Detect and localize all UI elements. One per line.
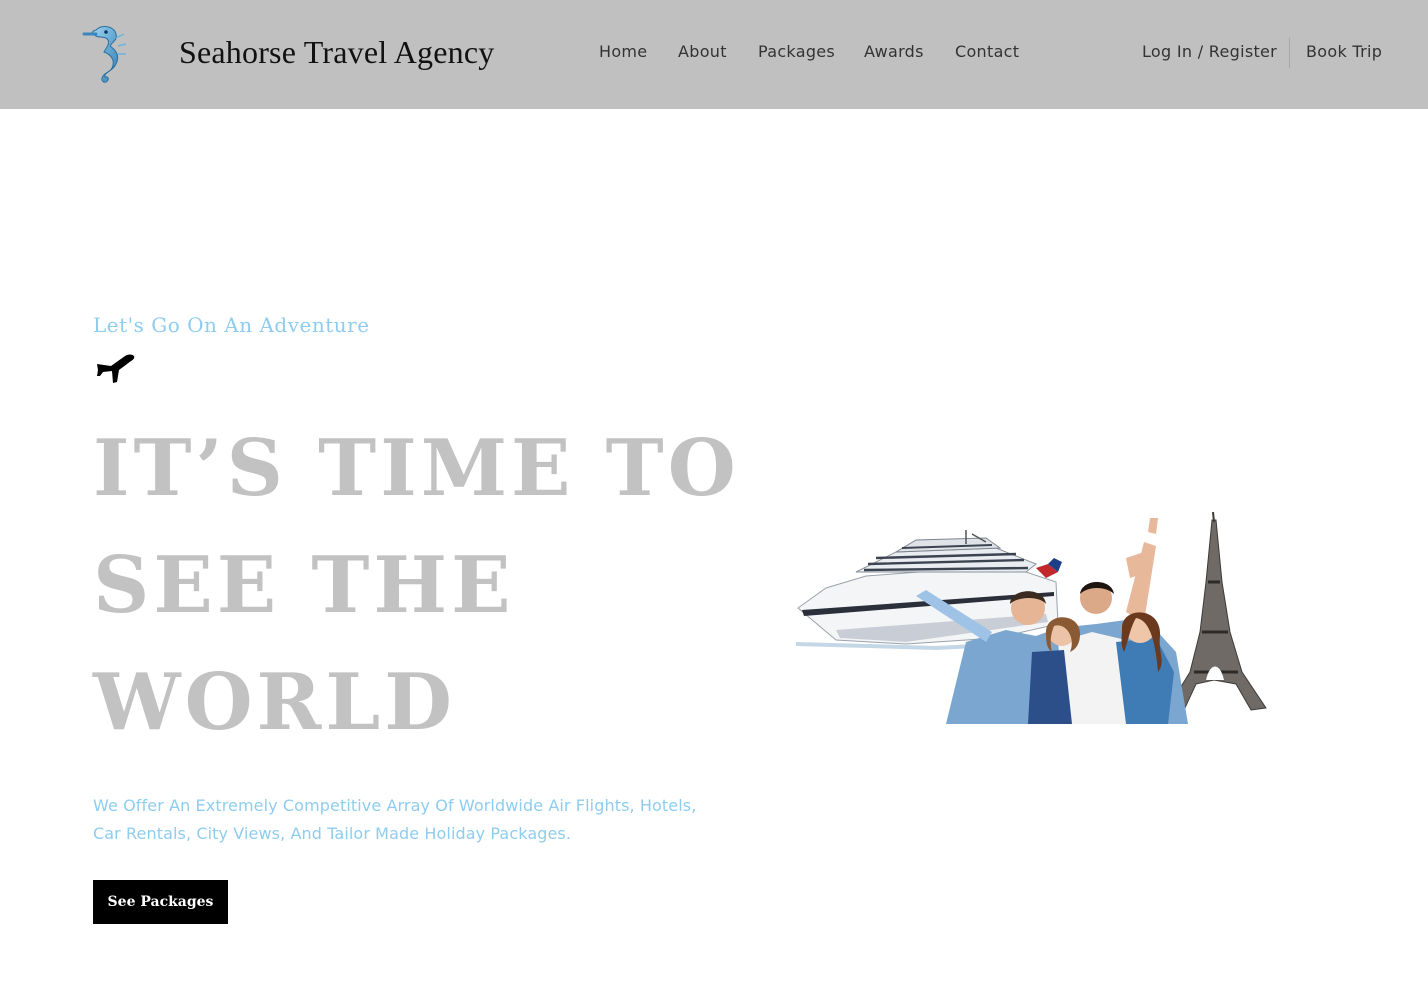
login-register-link[interactable]: Log In / Register — [1142, 42, 1277, 61]
hero-description: We Offer An Extremely Competitive Array … — [93, 796, 697, 843]
airplane-icon — [97, 354, 135, 383]
hero-headline: IT’S TIME TO SEE THE WORLD — [93, 410, 740, 761]
site-header: Seahorse Travel Agency Home About Packag… — [0, 0, 1428, 109]
nav-about[interactable]: About — [678, 42, 727, 61]
hero-collage-image — [796, 512, 1267, 724]
headline-line: SEE THE — [93, 540, 515, 631]
nav-awards[interactable]: Awards — [864, 42, 924, 61]
nav-divider — [1289, 38, 1290, 68]
headline-line: IT’S TIME TO — [93, 423, 740, 514]
seahorse-icon[interactable] — [76, 22, 132, 86]
nav-packages[interactable]: Packages — [758, 42, 835, 61]
brand-name[interactable]: Seahorse Travel Agency — [179, 34, 494, 71]
book-trip-link[interactable]: Book Trip — [1306, 42, 1382, 61]
nav-home[interactable]: Home — [599, 42, 647, 61]
nav-contact[interactable]: Contact — [955, 42, 1019, 61]
hero-eyebrow: Let's Go On An Adventure — [93, 313, 370, 337]
eiffel-tower-illustration — [1167, 512, 1267, 711]
see-packages-button[interactable]: See Packages — [93, 880, 228, 924]
headline-line: WORLD — [93, 657, 456, 748]
cruise-ship-illustration — [796, 530, 1062, 651]
